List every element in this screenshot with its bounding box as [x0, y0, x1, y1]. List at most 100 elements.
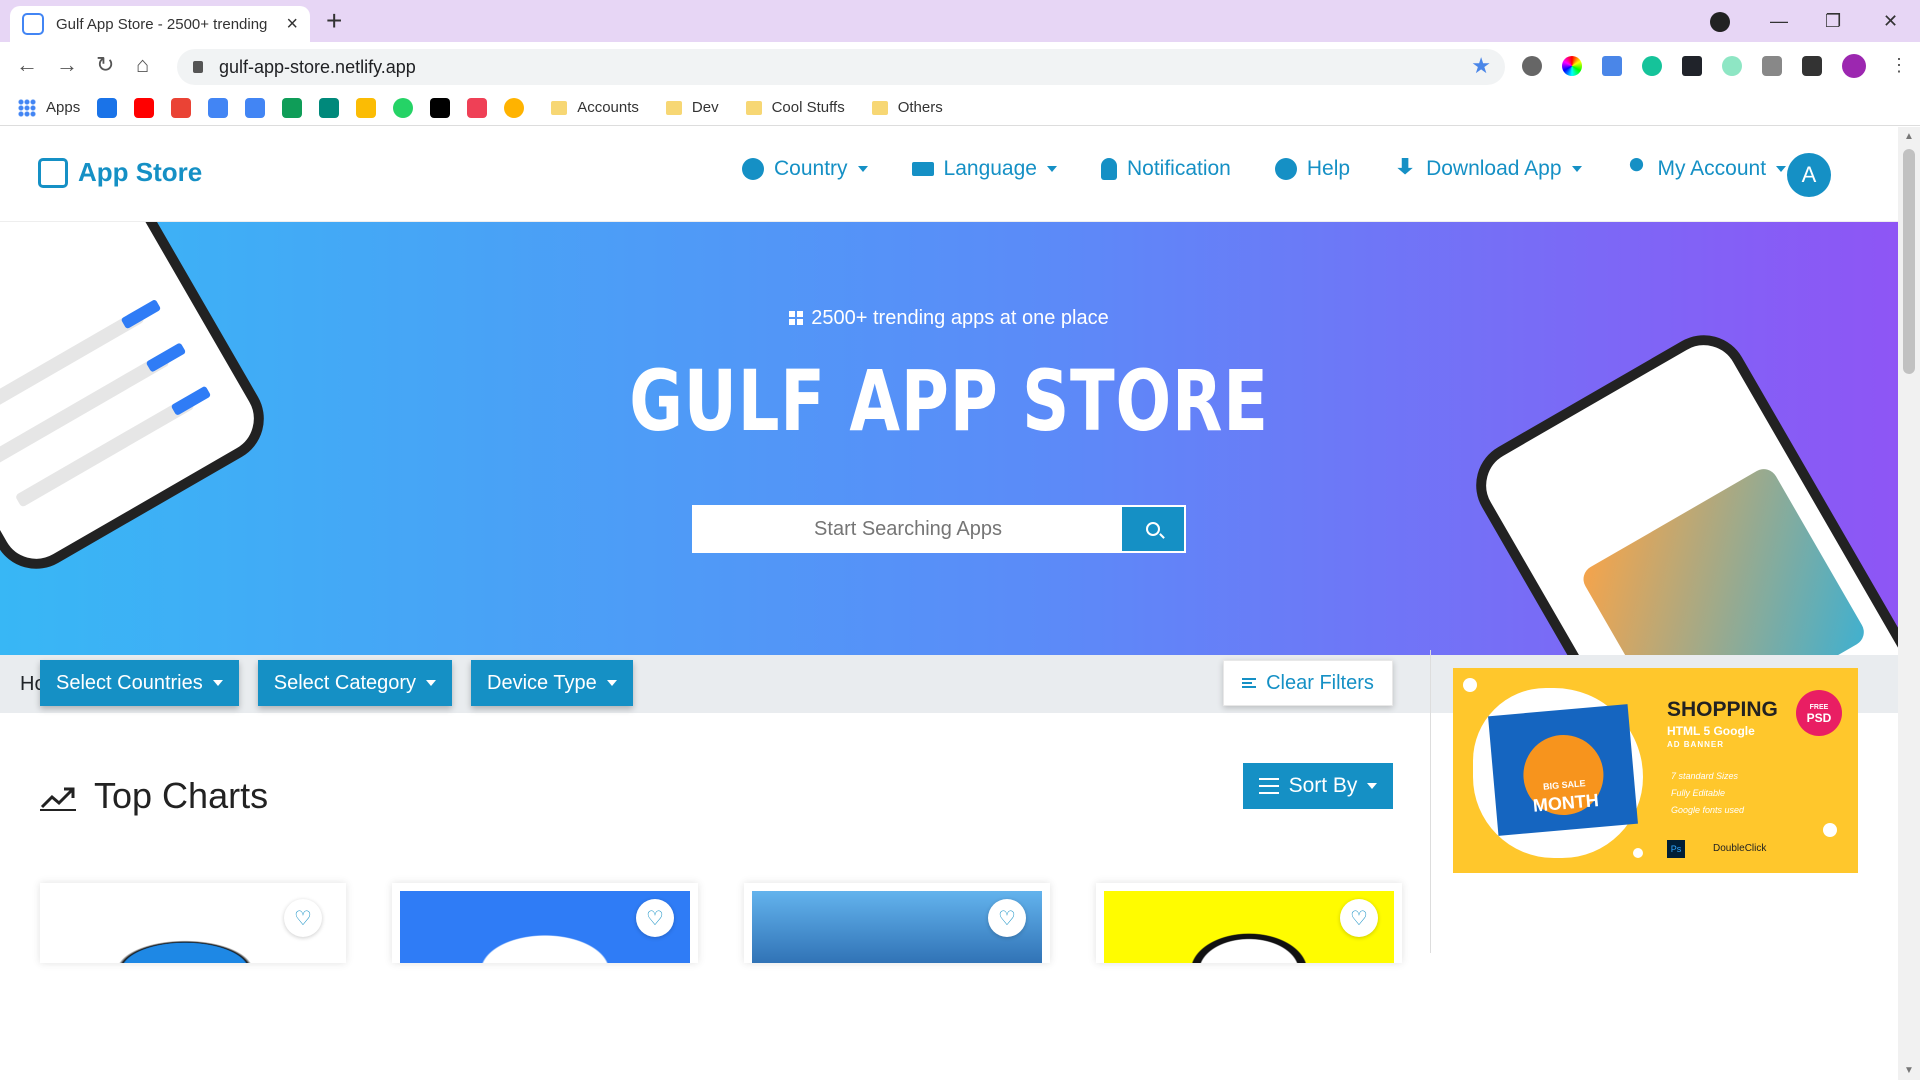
bookmark-medium-icon[interactable] — [430, 97, 451, 118]
app-card-row: ♡ ♡ ♡ ♡ — [40, 883, 1402, 963]
bookmark-whatsapp-icon[interactable] — [393, 97, 414, 118]
bookmark-gsuite-icon[interactable] — [97, 97, 118, 118]
menu-account-label: My Account — [1657, 157, 1767, 180]
bookmark-folder-others[interactable]: Others — [871, 99, 943, 116]
reload-icon[interactable]: ↻ — [96, 54, 114, 76]
bookmark-pocket-icon[interactable] — [467, 97, 488, 118]
chrome-menu-icon[interactable]: ⋮ — [1890, 54, 1908, 76]
heart-icon[interactable]: ♡ — [988, 899, 1026, 937]
phone-list-row — [14, 395, 195, 508]
heart-icon[interactable]: ♡ — [284, 899, 322, 937]
bookmark-keep-icon[interactable] — [356, 97, 377, 118]
extensions-puzzle-icon[interactable] — [1802, 56, 1822, 76]
menu-notification-label: Notification — [1126, 157, 1231, 180]
folder-icon — [745, 100, 762, 115]
heart-icon[interactable]: ♡ — [1340, 899, 1378, 937]
ad-feature: Fully Editable — [1671, 788, 1726, 798]
ad-free-badge: FREE PSD — [1796, 690, 1842, 736]
back-icon[interactable]: ← — [16, 54, 38, 76]
extension-grammarly-icon[interactable] — [1642, 56, 1662, 76]
bookmark-drive-icon[interactable] — [282, 97, 303, 118]
bookmark-weather-icon[interactable] — [504, 97, 525, 118]
bookmark-folder-label: Dev — [691, 99, 719, 116]
bookmark-youtube-icon[interactable] — [134, 97, 155, 118]
extension-translate-icon[interactable] — [1602, 56, 1622, 76]
bookmark-star-icon[interactable]: ★ — [1471, 53, 1491, 79]
scroll-down-icon[interactable]: ▼ — [1904, 1065, 1914, 1076]
heart-icon[interactable]: ♡ — [636, 899, 674, 937]
clear-filters-button[interactable]: Clear Filters — [1223, 660, 1393, 706]
search-icon — [1146, 522, 1160, 536]
menu-language[interactable]: Language — [911, 157, 1057, 181]
ad-subheadline: HTML 5 Google — [1667, 724, 1755, 738]
scrollbar-thumb[interactable] — [1903, 149, 1915, 374]
window-close-icon[interactable]: ✕ — [1883, 0, 1898, 42]
app-card[interactable]: ♡ — [392, 883, 698, 963]
profile-avatar-icon[interactable] — [1842, 54, 1866, 78]
select-category-button[interactable]: Select Category — [257, 660, 453, 706]
ad-headline: SHOPPING — [1667, 698, 1778, 721]
doubleclick-logo: DoubleClick — [1713, 843, 1767, 854]
select-countries-label: Select Countries — [56, 671, 203, 694]
bookmark-folder-dev[interactable]: Dev — [665, 99, 719, 116]
extension-camera-icon[interactable] — [1762, 56, 1782, 76]
extension-wheel-icon[interactable] — [1722, 56, 1742, 76]
app-card[interactable]: ♡ — [40, 883, 346, 963]
ad-banner[interactable]: BIG SALE MONTH SHOPPING HTML 5 Google AD … — [1453, 668, 1858, 873]
menu-notification[interactable]: Notification — [1100, 157, 1231, 181]
bookmark-docs-icon[interactable] — [245, 97, 266, 118]
address-bar[interactable]: gulf-app-store.netlify.app ★ — [177, 49, 1505, 85]
minimize-icon[interactable]: — — [1770, 0, 1788, 42]
bookmark-apps[interactable]: Apps — [18, 98, 80, 117]
forward-icon[interactable]: → — [56, 54, 78, 76]
filter-lines-icon — [1242, 678, 1257, 688]
ad-feature-list: 7 standard Sizes Fully Editable Google f… — [1671, 768, 1744, 819]
tab-close-icon[interactable]: × — [286, 13, 298, 36]
extension-color-icon[interactable] — [1562, 56, 1582, 76]
bookmark-calendar-icon[interactable] — [208, 97, 229, 118]
sort-by-label: Sort By — [1288, 774, 1358, 797]
menu-help-label: Help — [1306, 157, 1351, 180]
sliders-icon — [1258, 778, 1279, 794]
bookmark-gmail-icon[interactable] — [171, 97, 192, 118]
user-avatar[interactable]: A — [1787, 153, 1831, 197]
page-scrollbar[interactable]: ▲ ▼ — [1898, 127, 1920, 1080]
bookmark-folder-accounts[interactable]: Accounts — [551, 99, 639, 116]
app-card[interactable]: ♡ — [744, 883, 1050, 963]
maximize-icon[interactable]: ❐ — [1825, 0, 1841, 42]
menu-help[interactable]: Help — [1274, 157, 1351, 181]
browser-toolbar: ← → ↻ ⌂ gulf-app-store.netlify.app ★ ⋮ — [0, 42, 1920, 90]
bookmark-folder-cool-stuffs[interactable]: Cool Stuffs — [745, 99, 845, 116]
select-countries-button[interactable]: Select Countries — [40, 660, 239, 706]
chrome-profile-icon[interactable] — [1710, 12, 1730, 32]
bookmark-folder-label: Others — [897, 99, 943, 116]
ad-feature: Google fonts used — [1671, 805, 1745, 815]
menu-country[interactable]: Country — [742, 157, 868, 181]
ad-subheadline-2: AD BANNER — [1667, 740, 1724, 749]
browser-tab[interactable]: Gulf App Store - 2500+ trending × — [10, 6, 310, 42]
sort-by-button[interactable]: Sort By — [1243, 763, 1393, 809]
user-icon — [1629, 158, 1644, 172]
globe-icon — [742, 158, 764, 180]
device-type-button[interactable]: Device Type — [471, 660, 633, 706]
app-card[interactable]: ♡ — [1096, 883, 1402, 963]
menu-download-label: Download App — [1426, 157, 1562, 180]
caret-down-icon — [1776, 166, 1787, 172]
new-tab-button[interactable]: + — [326, 6, 342, 36]
bookmark-folder-label: Accounts — [577, 99, 639, 116]
content-divider — [1430, 650, 1431, 953]
scroll-up-icon[interactable]: ▲ — [1904, 131, 1914, 142]
menu-my-account[interactable]: My Account — [1626, 157, 1787, 181]
brand-name: App Store — [78, 157, 203, 187]
bookmark-meet-icon[interactable] — [319, 97, 340, 118]
brand-logo[interactable]: App Store — [38, 157, 202, 188]
hero-title: GULF APP STORE — [629, 352, 1269, 450]
search-button[interactable] — [1122, 507, 1184, 551]
home-icon[interactable]: ⌂ — [136, 54, 149, 76]
top-charts-heading: Top Charts — [40, 775, 268, 817]
menu-download-app[interactable]: Download App — [1394, 157, 1582, 181]
extension-react-icon[interactable] — [1682, 56, 1702, 76]
folder-icon — [665, 100, 682, 115]
search-input[interactable] — [694, 507, 1122, 551]
extension-bug-icon[interactable] — [1522, 56, 1542, 76]
